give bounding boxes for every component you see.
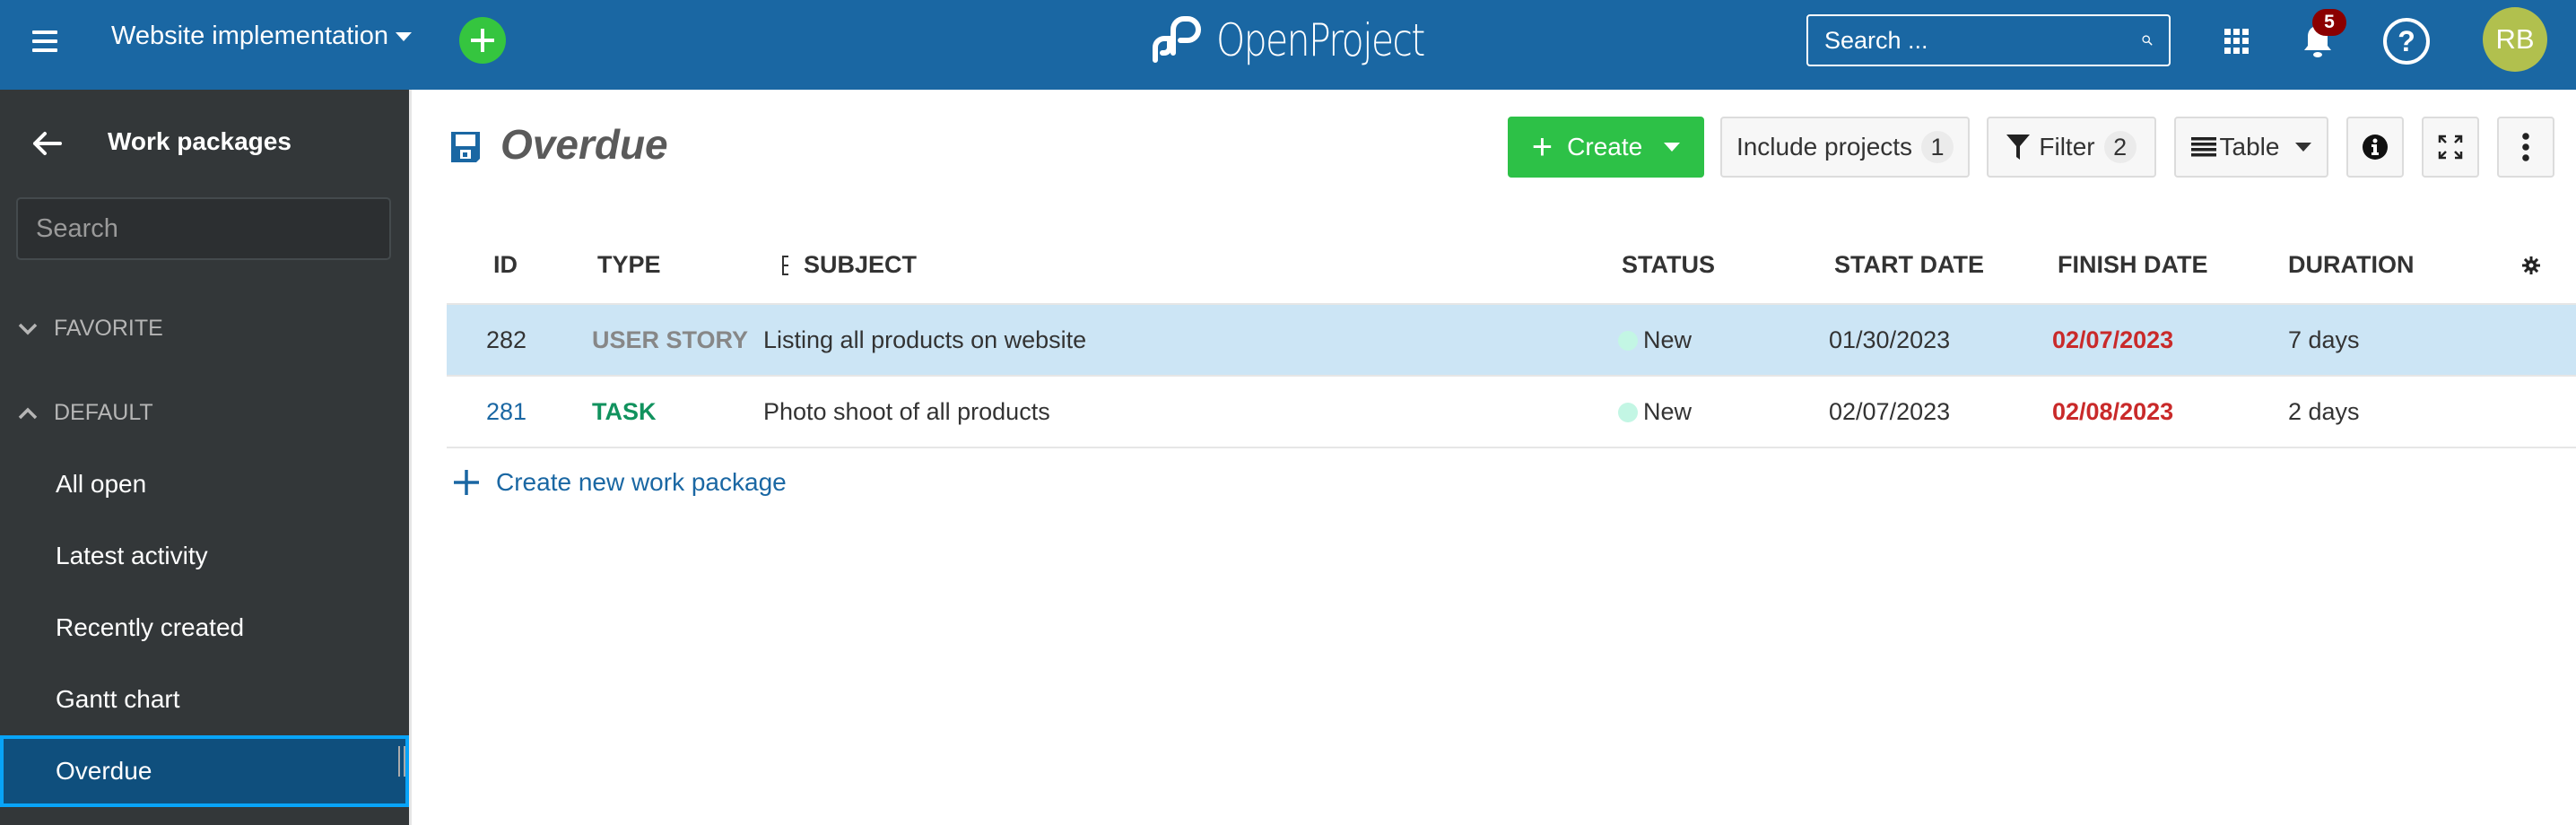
sidebar-group-favorite[interactable]: FAVORITE [18, 316, 163, 342]
filter-label: Filter [2039, 133, 2095, 161]
work-packages-table: ID TYPE SUBJECT STATUS START DATE FINISH… [447, 224, 2576, 448]
create-button[interactable]: + Create [1508, 117, 1704, 178]
cell-duration[interactable]: 2 days [2288, 398, 2360, 426]
sidebar-group-label: FAVORITE [54, 316, 163, 341]
fullscreen-button[interactable] [2422, 117, 2479, 178]
back-arrow-icon[interactable] [32, 131, 63, 156]
table-row[interactable]: 281 TASK Photo shoot of all products New… [447, 377, 2576, 448]
cell-id[interactable]: 282 [486, 326, 527, 354]
cell-subject[interactable]: Listing all products on website [763, 326, 1086, 354]
cell-start-date[interactable]: 01/30/2023 [1829, 326, 1950, 354]
logo-text: OpenProject [1216, 14, 1425, 66]
column-header-finish-date[interactable]: FINISH DATE [2058, 251, 2208, 279]
plus-icon: + [1531, 126, 1553, 167]
create-new-label: Create new work package [496, 468, 787, 496]
sidebar-item-overdue[interactable]: Overdue [0, 735, 409, 807]
modules-grid-icon[interactable] [2224, 29, 2250, 54]
cell-duration[interactable]: 7 days [2288, 326, 2360, 354]
sidebar-item-gantt-chart[interactable]: Gantt chart [0, 664, 409, 735]
user-avatar[interactable]: RB [2483, 7, 2547, 72]
sidebar-item-latest-activity[interactable]: Latest activity [0, 520, 409, 592]
top-header: Website implementation OpenProject 5 ? R… [0, 0, 2576, 90]
cell-status[interactable]: New [1618, 398, 1692, 426]
caret-down-icon [1664, 143, 1681, 152]
column-header-subject[interactable]: SUBJECT [804, 251, 917, 279]
table-header: ID TYPE SUBJECT STATUS START DATE FINISH… [447, 224, 2576, 305]
status-dot-icon [1618, 331, 1638, 351]
status-dot-icon [1618, 403, 1638, 422]
global-search-input[interactable] [1824, 26, 2142, 55]
chevron-up-icon [18, 407, 38, 419]
table-row[interactable]: 282 USER STORY Listing all products on w… [447, 305, 2576, 377]
caret-down-icon [395, 31, 412, 41]
column-header-type[interactable]: TYPE [597, 251, 661, 279]
menu-toggle-icon[interactable] [32, 30, 57, 52]
cell-type[interactable]: USER STORY [592, 326, 748, 354]
cell-subject[interactable]: Photo shoot of all products [763, 398, 1050, 426]
logo-mark-icon [1153, 16, 1201, 63]
expand-arrows-icon [2438, 135, 2463, 160]
column-settings-gear-icon[interactable] [2522, 256, 2540, 274]
sidebar-resize-handle[interactable] [398, 746, 405, 777]
status-label: New [1643, 326, 1693, 353]
page-title[interactable]: Overdue [500, 120, 668, 169]
project-selector[interactable]: Website implementation [111, 22, 412, 51]
table-lines-icon [2190, 137, 2216, 157]
sidebar-title: Work packages [108, 127, 292, 155]
filter-count: 2 [2103, 131, 2137, 163]
caret-down-icon [2295, 143, 2312, 152]
openproject-logo[interactable]: OpenProject [1146, 11, 1470, 70]
sidebar-search-input[interactable] [36, 213, 374, 244]
more-options-button[interactable] [2497, 117, 2554, 178]
details-view-button[interactable] [2346, 117, 2404, 178]
create-label: Create [1567, 133, 1643, 161]
include-projects-button[interactable]: Include projects 1 [1720, 117, 1970, 178]
sidebar-item-all-open[interactable]: All open [0, 448, 409, 520]
notification-count-badge: 5 [2312, 9, 2346, 36]
help-icon[interactable]: ? [2383, 18, 2430, 65]
hierarchy-icon[interactable] [782, 255, 789, 276]
sidebar-group-label: DEFAULT [54, 400, 153, 425]
view-mode-label: Table [2219, 133, 2280, 161]
cell-id[interactable]: 281 [486, 398, 527, 426]
cell-type[interactable]: TASK [592, 398, 657, 426]
sidebar-divider [409, 90, 412, 825]
column-header-status[interactable]: STATUS [1622, 251, 1715, 279]
filter-funnel-icon [2006, 135, 2031, 160]
cell-start-date[interactable]: 02/07/2023 [1829, 398, 1950, 426]
chevron-down-icon [18, 323, 38, 334]
create-new-work-package-link[interactable]: Create new work package [453, 468, 787, 497]
view-mode-button[interactable]: Table [2174, 117, 2328, 178]
quick-add-button[interactable] [459, 17, 506, 64]
column-header-id[interactable]: ID [493, 251, 518, 279]
cell-status[interactable]: New [1618, 326, 1692, 354]
sidebar-search[interactable] [16, 197, 391, 260]
include-projects-label: Include projects [1736, 133, 1913, 161]
sidebar-group-default[interactable]: DEFAULT [18, 400, 153, 426]
search-icon[interactable] [2142, 28, 2153, 53]
column-header-duration[interactable]: DURATION [2288, 251, 2414, 279]
plus-icon [454, 470, 479, 495]
filter-button[interactable]: Filter 2 [1987, 117, 2156, 178]
global-search[interactable] [1806, 14, 2171, 66]
sidebar: Work packages FAVORITE DEFAULT All open … [0, 90, 409, 825]
column-header-start-date[interactable]: START DATE [1834, 251, 1984, 279]
cell-finish-date[interactable]: 02/08/2023 [2052, 398, 2173, 426]
sidebar-item-recently-created[interactable]: Recently created [0, 592, 409, 664]
include-projects-count: 1 [1921, 131, 1954, 163]
cell-finish-date[interactable]: 02/07/2023 [2052, 326, 2173, 354]
info-icon [2363, 135, 2388, 160]
save-icon[interactable] [451, 132, 480, 162]
status-label: New [1643, 398, 1693, 425]
more-vertical-icon [2522, 133, 2529, 161]
project-name: Website implementation [111, 22, 388, 50]
